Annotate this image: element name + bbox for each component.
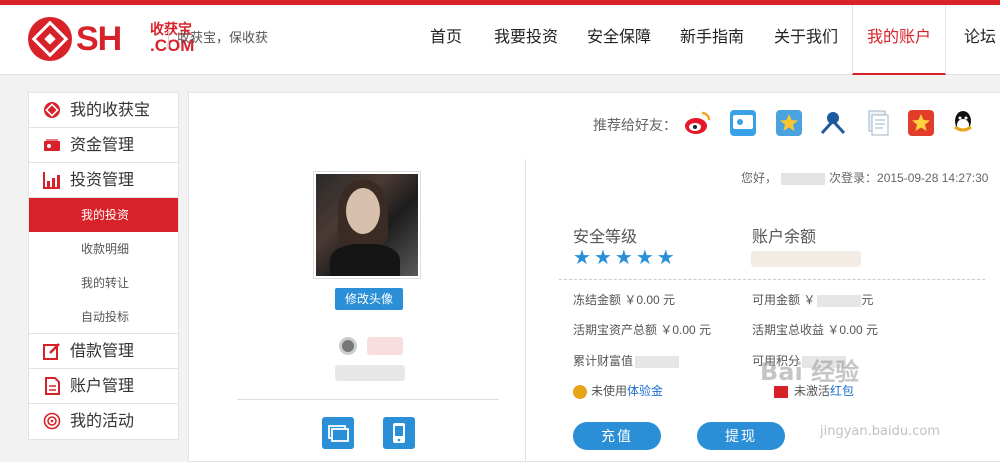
main-nav: 首页 我要投资 安全保障 新手指南 关于我们 我的账户 论坛	[0, 5, 1000, 75]
qzone-icon[interactable]	[729, 109, 757, 137]
security-level-label: 安全等级	[573, 229, 638, 246]
nav-home[interactable]: 首页	[428, 5, 464, 75]
copy-doc-icon[interactable]	[863, 109, 891, 137]
renren-icon[interactable]	[819, 109, 847, 137]
sidebar-item-label: 我的收获宝	[70, 102, 151, 119]
nav-guide[interactable]: 新手指南	[680, 5, 744, 75]
coin-icon	[573, 384, 587, 399]
star-icon: ★	[573, 247, 591, 269]
sidebar-item-activities[interactable]: 我的活动	[29, 404, 178, 439]
cards-icon[interactable]	[322, 417, 354, 449]
sidebar-sub-transfers[interactable]: 我的转让	[29, 266, 178, 300]
shouhuobao-icon	[44, 102, 60, 118]
security-stars: ★ ★ ★ ★ ★	[573, 247, 678, 269]
sidebar-item-label: 我的活动	[70, 413, 135, 430]
last-login-time: 次登录：2015-09-28 14:27:30	[829, 171, 989, 185]
username-blurred	[781, 172, 826, 185]
balance-blurred	[751, 251, 861, 267]
sidebar-item-account[interactable]: 账户管理	[29, 369, 178, 404]
sidebar-item-label: 账户管理	[70, 378, 135, 395]
sidebar-item-funds[interactable]: 资金管理	[29, 128, 178, 163]
chart-icon	[43, 172, 60, 189]
sidebar-item-label: 资金管理	[70, 137, 135, 154]
recharge-button[interactable]: 充值	[573, 422, 661, 450]
sidebar-item-label: 借款管理	[70, 343, 135, 360]
edit-avatar-button[interactable]: 修改头像	[335, 288, 403, 310]
sidebar-item-my-shouhuobao[interactable]: 我的收获宝	[29, 93, 178, 128]
account-overview-panel: 推荐给好友： 修改头像 您好， 次登录：2015-09-28 14:27:30 安…	[188, 92, 1000, 462]
sidebar-sub-auto-bid[interactable]: 自动投标	[29, 300, 178, 334]
edit-icon	[43, 343, 60, 360]
account-sidebar: 我的收获宝 资金管理 投资管理 我的投资 收款明细 我的转让 自动投标 借款管理…	[28, 92, 179, 440]
nav-about[interactable]: 关于我们	[774, 5, 838, 75]
kaixin-icon[interactable]	[907, 109, 935, 137]
mobile-icon[interactable]	[383, 417, 415, 449]
unused-trial-fund: 未使用体验金	[573, 382, 663, 399]
red-envelope-link[interactable]: 红包	[830, 384, 854, 398]
nav-my-account[interactable]: 我的账户	[852, 5, 946, 75]
star-icon: ★	[635, 247, 654, 269]
favorite-star-icon[interactable]	[775, 109, 803, 137]
balance-label: 账户余额	[752, 229, 817, 246]
star-icon: ★	[593, 247, 612, 269]
trial-fund-link[interactable]: 体验金	[627, 384, 663, 398]
login-greeting: 您好， 次登录：2015-09-28 14:27:30	[741, 169, 988, 186]
panel-divider	[525, 159, 526, 462]
profile-card: 修改头像	[189, 159, 524, 462]
available-amount: 可用金额 ￥ 元	[752, 293, 874, 307]
sidebar-item-investments[interactable]: 投资管理	[29, 163, 178, 198]
weibo-icon[interactable]	[683, 109, 711, 137]
userinfo-blurred	[335, 365, 405, 381]
user-level-icon	[339, 337, 357, 355]
document-icon	[45, 377, 60, 395]
sidebar-item-loans[interactable]: 借款管理	[29, 334, 178, 369]
share-label: 推荐给好友：	[593, 117, 677, 133]
wallet-icon	[44, 139, 60, 151]
current-total-income: 活期宝总收益 ￥0.00 元	[752, 323, 879, 337]
baidu-watermark-url: jingyan.baidu.com	[820, 424, 940, 439]
avatar	[313, 171, 421, 279]
header: SH 收获宝 .COM 收获宝，保收获 首页 我要投资 安全保障 新手指南 关于…	[0, 5, 1000, 75]
withdraw-button[interactable]: 提现	[697, 422, 785, 450]
sidebar-sub-my-investments[interactable]: 我的投资	[29, 198, 178, 232]
baidu-watermark: Bai 经验	[760, 358, 860, 386]
profile-divider	[237, 399, 499, 400]
sidebar-item-label: 投资管理	[70, 172, 135, 189]
star-icon: ★	[656, 247, 675, 269]
current-asset-total: 活期宝资产总额 ￥0.00 元	[573, 323, 712, 337]
dashed-divider	[559, 279, 985, 280]
star-icon: ★	[614, 247, 633, 269]
username-blurred	[367, 337, 403, 355]
qq-icon[interactable]	[949, 109, 977, 137]
nav-invest[interactable]: 我要投资	[494, 5, 558, 75]
target-icon	[43, 412, 61, 430]
nav-forum[interactable]: 论坛	[962, 5, 998, 75]
nav-security[interactable]: 安全保障	[587, 5, 651, 75]
wealth-value: 累计财富值	[573, 352, 680, 369]
sidebar-sub-receipts[interactable]: 收款明细	[29, 232, 178, 266]
frozen-amount: 冻结金额 ￥0.00 元	[573, 293, 676, 307]
red-envelope-icon	[774, 385, 788, 398]
greeting-prefix: 您好，	[741, 171, 778, 185]
